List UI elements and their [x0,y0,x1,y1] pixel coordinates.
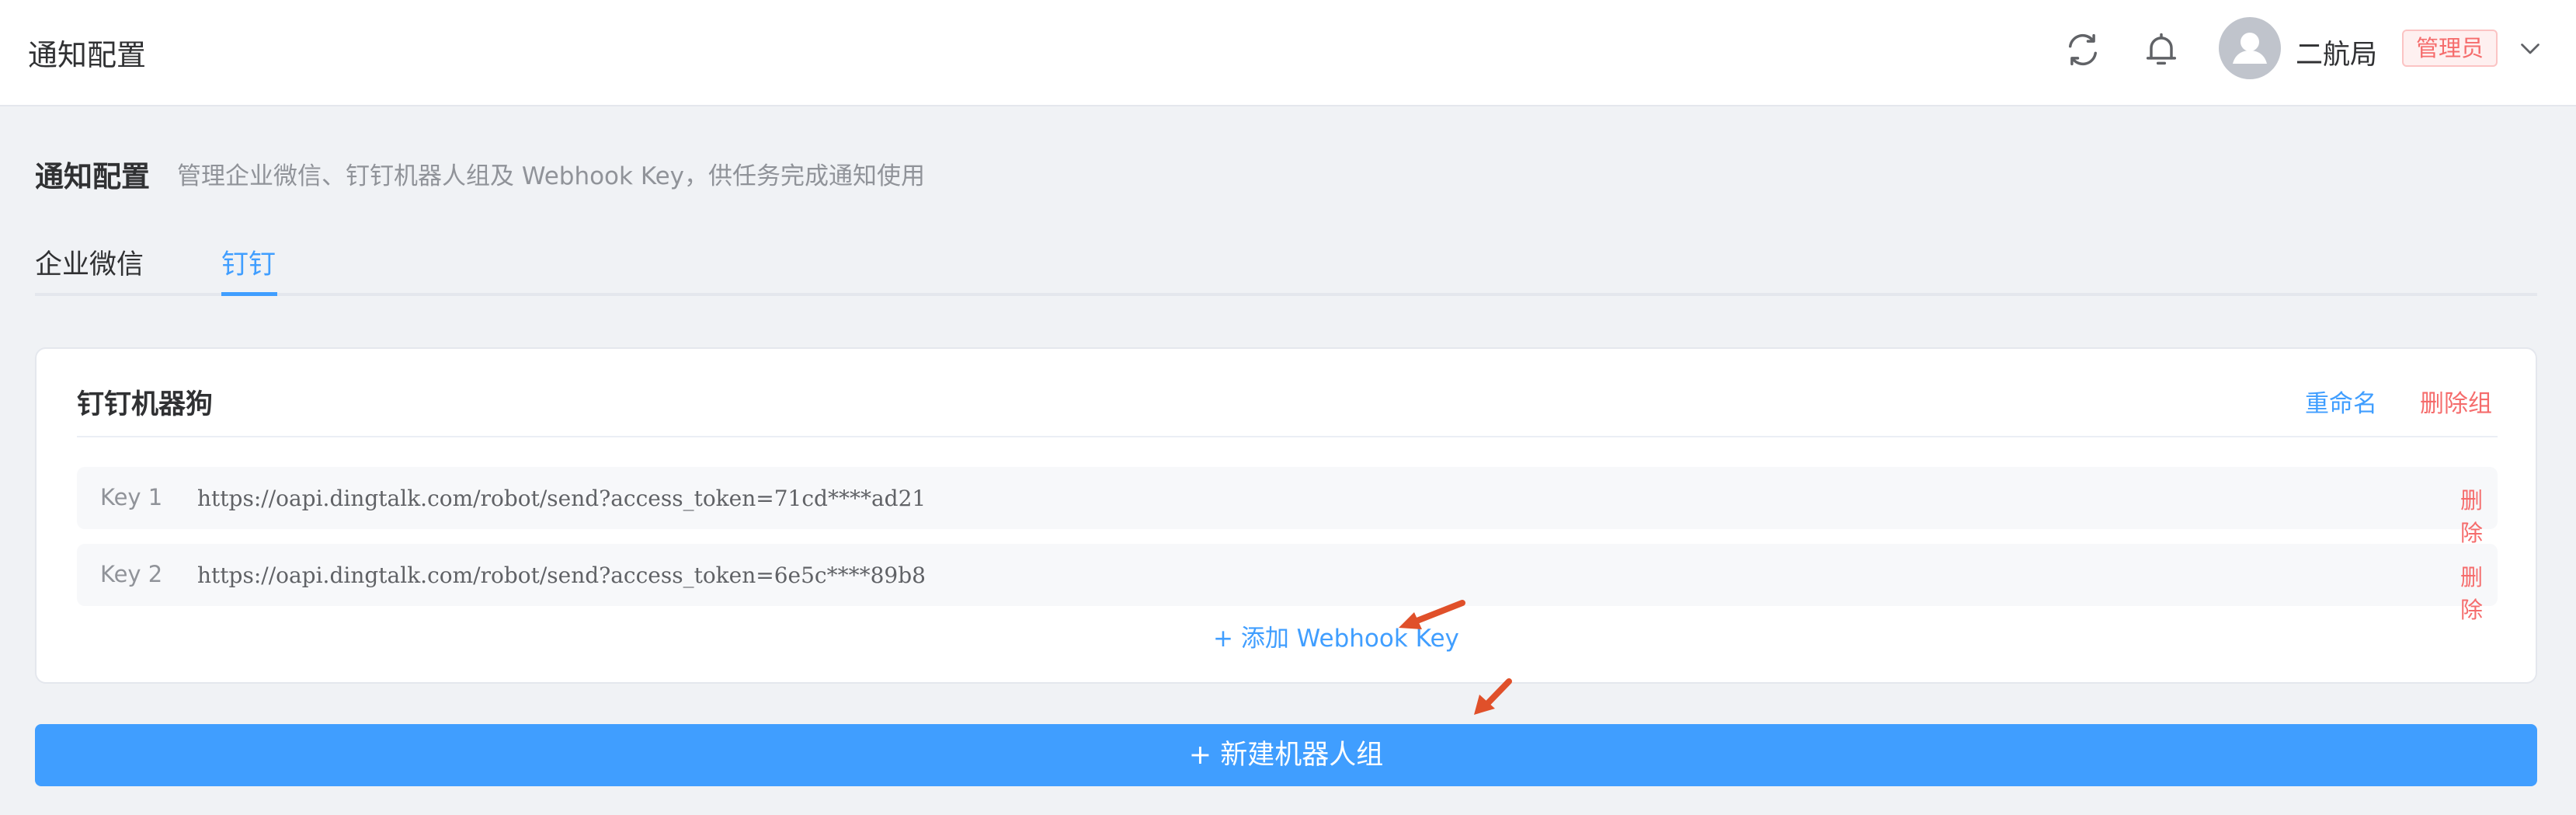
annotation-arrow-icon [1399,600,1465,629]
key-label: Key 1 [100,484,163,510]
avatar[interactable] [2219,17,2281,79]
rename-button[interactable]: 重命名 [2305,384,2377,419]
app-title: 通知配置 [28,38,147,72]
group-name: 钉钉机器狗 [77,389,214,420]
page-title: 通知配置 [35,160,150,193]
chevron-down-icon[interactable] [2516,34,2544,62]
refresh-icon[interactable] [2063,30,2103,70]
robot-group-card: 钉钉机器狗 重命名 删除组 Key 1 https://oapi.dingtal… [35,347,2537,684]
delete-key-button[interactable]: 删除 [2460,482,2498,548]
delete-key-button[interactable]: 删除 [2460,559,2498,625]
webhook-key-row: Key 1 https://oapi.dingtalk.com/robot/se… [77,467,2498,546]
new-robot-group-button[interactable]: + 新建机器人组 [35,724,2537,786]
tab-dingtalk[interactable]: 钉钉 [221,242,276,282]
user-name[interactable]: 二航局 [2296,33,2377,72]
role-badge: 管理员 [2402,30,2498,67]
tab-wecom[interactable]: 企业微信 [35,242,144,282]
key-url: https://oapi.dingtalk.com/robot/send?acc… [197,486,926,511]
page-description: 管理企业微信、钉钉机器人组及 Webhook Key，供任务完成通知使用 [177,162,926,190]
key-url: https://oapi.dingtalk.com/robot/send?acc… [197,562,926,588]
active-tab-indicator [221,292,277,296]
tabs-divider [35,293,2537,296]
delete-group-button[interactable]: 删除组 [2420,384,2492,419]
key-label: Key 2 [100,561,163,587]
top-bar: 通知配置 二航局 管理员 [0,0,2576,106]
user-icon [2233,33,2267,64]
card-divider [77,436,2498,437]
webhook-key-row: Key 2 https://oapi.dingtalk.com/robot/se… [77,544,2498,623]
annotation-arrow-icon [1474,678,1512,715]
bell-icon[interactable] [2141,30,2181,70]
